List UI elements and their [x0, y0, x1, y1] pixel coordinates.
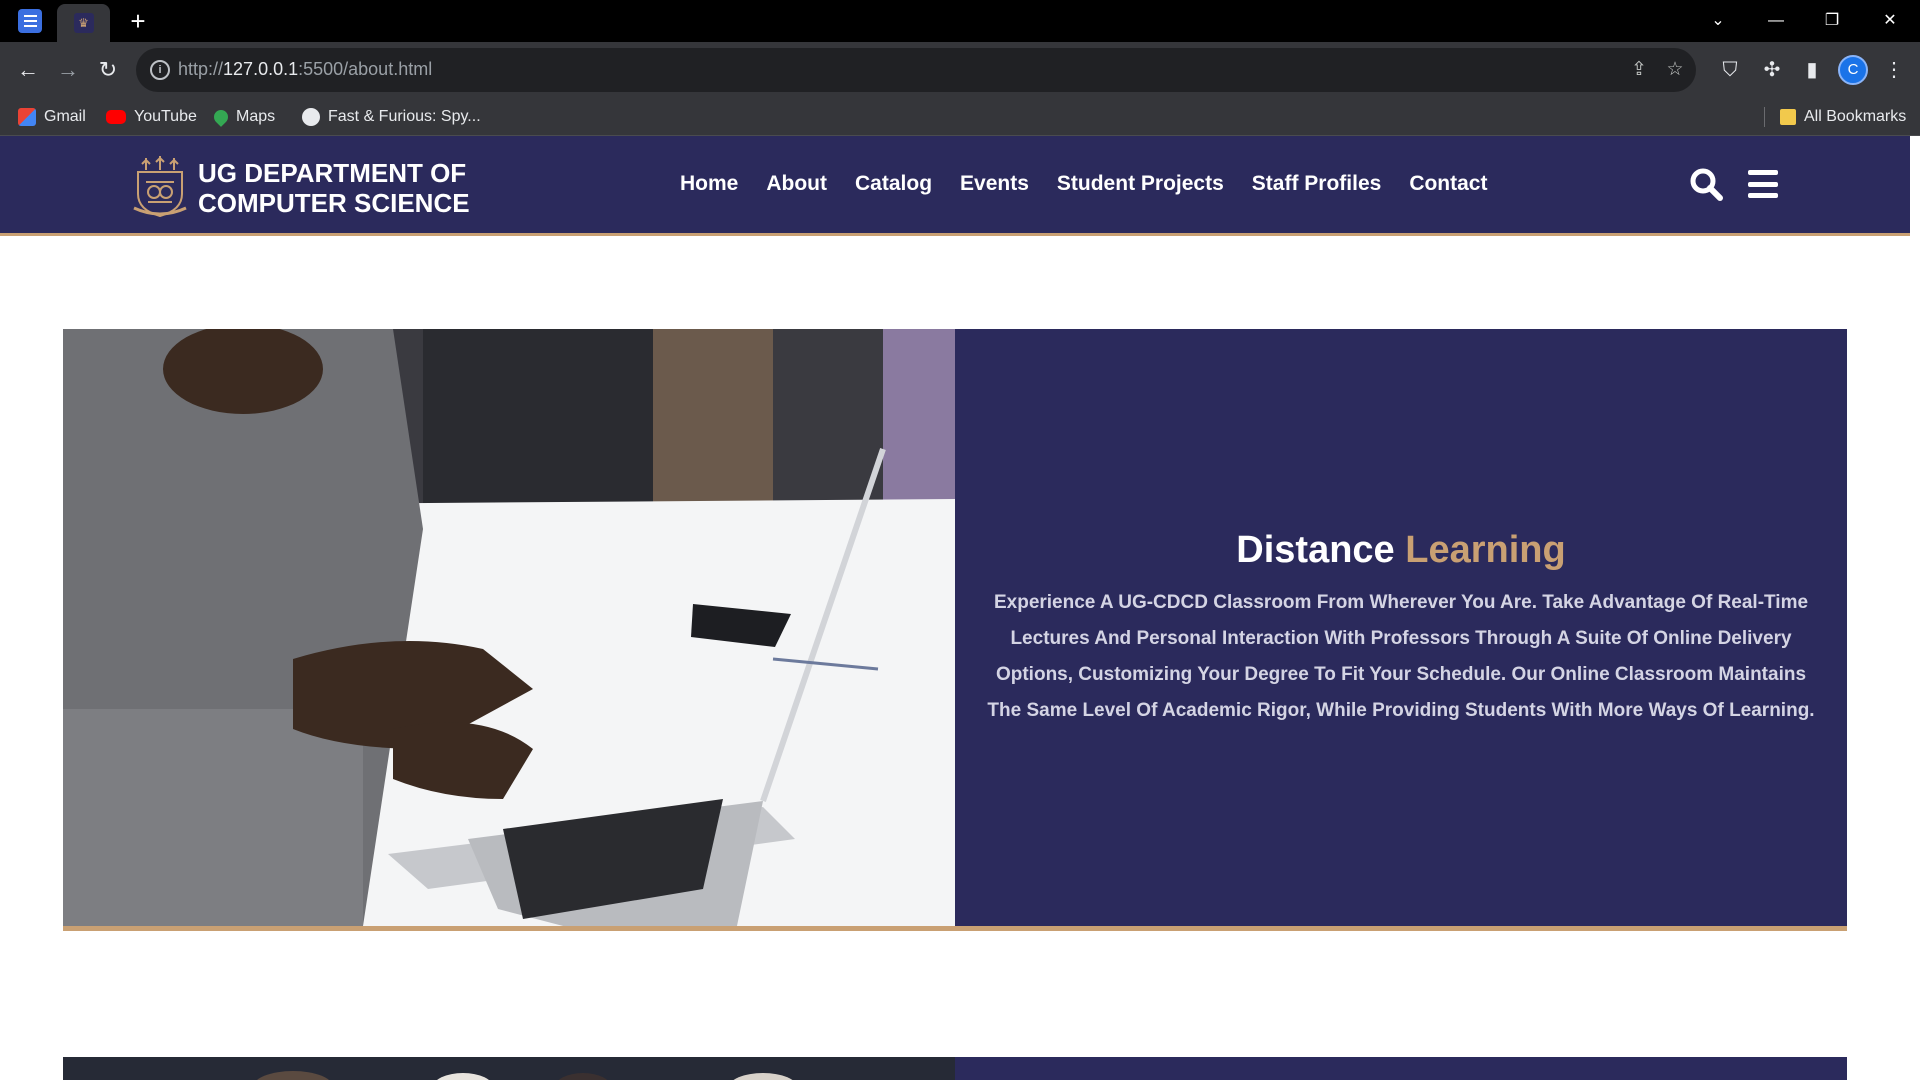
bookmark-star-icon[interactable]: ☆ — [1662, 57, 1688, 83]
forward-arrow-icon[interactable]: → — [52, 54, 84, 86]
site-title[interactable]: UG DEPARTMENT OF COMPUTER SCIENCE — [198, 158, 470, 218]
active-tab[interactable]: ♛ — [57, 4, 110, 42]
distance-learning-heading: Distance Learning — [955, 529, 1847, 572]
restore-button[interactable]: ❐ — [1804, 6, 1860, 36]
bookmark-youtube[interactable]: YouTube — [106, 106, 197, 128]
bookmarks-bar: Gmail YouTube Maps Fast & Furious: Spy..… — [0, 98, 1920, 136]
search-icon[interactable] — [1688, 166, 1724, 202]
all-bookmarks-label: All Bookmarks — [1804, 108, 1907, 125]
page-scrollbar[interactable] — [1910, 136, 1920, 1080]
folder-icon — [1780, 109, 1796, 125]
youtube-icon — [106, 110, 126, 124]
next-feature-panel — [955, 1057, 1847, 1080]
browser-toolbar: ← → ↻ i http://127.0.0.1:5500/about.html… — [0, 42, 1920, 98]
maps-icon — [211, 107, 231, 127]
all-bookmarks-button[interactable]: All Bookmarks — [1780, 106, 1906, 128]
bookmark-label: Gmail — [44, 108, 86, 125]
heading-word-distance: Distance — [1236, 529, 1395, 571]
minimize-button[interactable]: — — [1748, 6, 1804, 36]
globe-icon — [302, 108, 320, 126]
bookmark-label: Fast & Furious: Spy... — [328, 108, 481, 125]
close-window-button[interactable]: ✕ — [1862, 6, 1918, 36]
bookmarks-divider — [1764, 107, 1765, 127]
extensions-puzzle-icon[interactable]: ✣ — [1756, 54, 1788, 86]
nav-staff-profiles[interactable]: Staff Profiles — [1252, 172, 1382, 196]
bookmark-maps[interactable]: Maps — [211, 106, 276, 128]
bookmark-gmail[interactable]: Gmail — [18, 106, 86, 128]
classroom-photo — [63, 1057, 955, 1080]
reload-icon[interactable]: ↻ — [92, 54, 124, 86]
nav-events[interactable]: Events — [960, 172, 1029, 196]
next-feature-section — [63, 1057, 1847, 1080]
page-viewport: UG DEPARTMENT OF COMPUTER SCIENCE Home A… — [0, 136, 1920, 1080]
shield-extension-icon[interactable]: ⛉ — [1714, 54, 1746, 86]
side-panel-icon[interactable]: ▮ — [1796, 54, 1828, 86]
heading-word-learning: Learning — [1405, 529, 1566, 571]
nav-contact[interactable]: Contact — [1409, 172, 1487, 196]
main-navigation: Home About Catalog Events Student Projec… — [680, 172, 1487, 196]
bookmark-label: Maps — [236, 108, 276, 125]
browser-tab-bar: ♛ + ⌄ — ❐ ✕ — [0, 0, 1920, 42]
nav-student-projects[interactable]: Student Projects — [1057, 172, 1224, 196]
distance-learning-description: Experience A UG-CDCD Classroom From Wher… — [987, 592, 1815, 721]
bookmark-label: YouTube — [134, 108, 197, 125]
hamburger-menu-icon[interactable] — [1748, 170, 1778, 198]
docs-tab-icon[interactable] — [18, 9, 42, 33]
gmail-icon — [18, 108, 36, 126]
distance-learning-section: Distance Learning Experience A UG-CDCD C… — [63, 329, 1847, 931]
new-tab-button[interactable]: + — [124, 7, 152, 35]
url-scheme: http:// — [178, 59, 224, 79]
address-bar[interactable]: i http://127.0.0.1:5500/about.html ⇪ ☆ — [136, 48, 1696, 92]
site-favicon-icon: ♛ — [73, 13, 94, 33]
url-path: :5500/about.html — [298, 59, 433, 79]
nav-catalog[interactable]: Catalog — [855, 172, 932, 196]
student-laptop-photo — [63, 329, 955, 926]
site-header: UG DEPARTMENT OF COMPUTER SCIENCE Home A… — [0, 136, 1910, 236]
share-icon[interactable]: ⇪ — [1626, 57, 1652, 83]
bookmark-fast-furious[interactable]: Fast & Furious: Spy... — [302, 106, 481, 128]
url-host: 127.0.0.1 — [223, 59, 299, 79]
tab-search-chevron-icon[interactable]: ⌄ — [1690, 6, 1746, 36]
site-info-icon[interactable]: i — [150, 60, 170, 80]
nav-home[interactable]: Home — [680, 172, 738, 196]
url-text[interactable]: http://127.0.0.1:5500/about.html — [178, 59, 432, 80]
ug-crest-logo[interactable] — [130, 154, 190, 218]
browser-menu-icon[interactable]: ⋮ — [1878, 54, 1910, 86]
nav-about[interactable]: About — [766, 172, 827, 196]
distance-learning-panel: Distance Learning Experience A UG-CDCD C… — [955, 329, 1847, 926]
profile-avatar[interactable]: C — [1838, 55, 1868, 85]
back-arrow-icon[interactable]: ← — [12, 54, 44, 86]
